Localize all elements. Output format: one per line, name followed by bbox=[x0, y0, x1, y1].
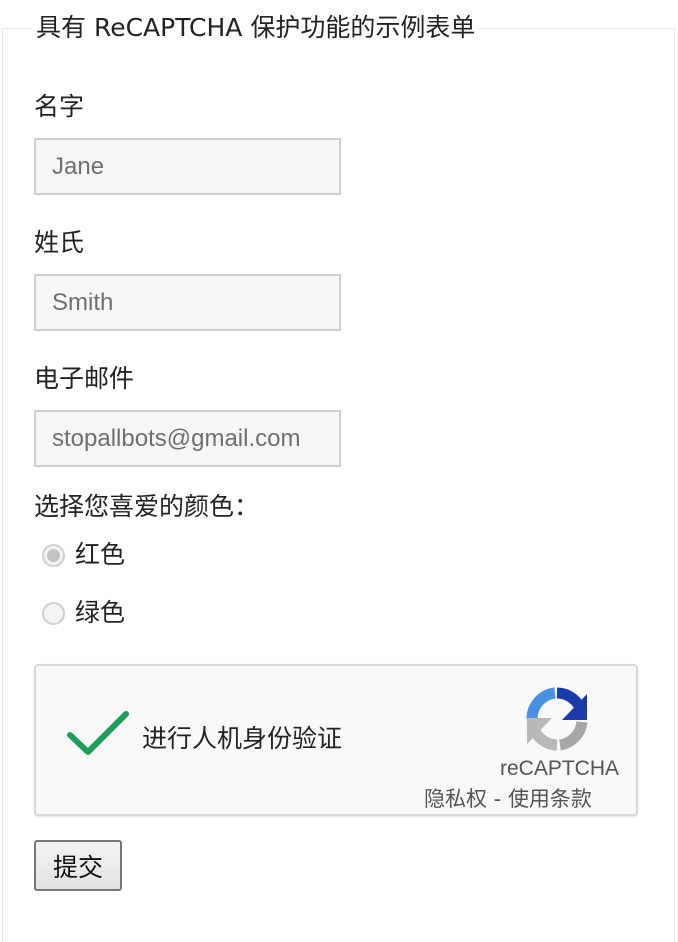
terms-link[interactable]: 使用条款 bbox=[508, 787, 592, 811]
color-question-label: 选择您喜爱的颜色： bbox=[34, 492, 260, 521]
radio-button-red[interactable] bbox=[42, 543, 65, 567]
captcha-prompt: 进行人机身份验证 bbox=[142, 724, 343, 753]
page: 具有 ReCAPTCHA 保护功能的示例表单 名字 姓氏 电子邮件 选择您喜爱的… bbox=[0, 0, 678, 942]
email-label: 电子邮件 bbox=[34, 364, 135, 393]
recaptcha-widget: 进行人机身份验证 reCAPTCHA 隐私权 - 使用条款 bbox=[34, 664, 638, 816]
radio-option-green[interactable]: 绿色 bbox=[42, 595, 125, 631]
form-title: 具有 ReCAPTCHA 保护功能的示例表单 bbox=[32, 10, 480, 46]
last-name-label: 姓氏 bbox=[34, 228, 85, 257]
privacy-link[interactable]: 隐私权 bbox=[424, 787, 487, 811]
radio-label-green: 绿色 bbox=[75, 598, 126, 627]
radio-option-red[interactable]: 红色 bbox=[42, 537, 125, 573]
first-name-input[interactable] bbox=[34, 138, 341, 195]
radio-label-red: 红色 bbox=[75, 540, 126, 569]
radio-button-green[interactable] bbox=[42, 601, 65, 625]
last-name-input[interactable] bbox=[34, 274, 341, 331]
links-separator: - bbox=[487, 787, 508, 811]
submit-button[interactable]: 提交 bbox=[34, 840, 122, 891]
recaptcha-brand-text: reCAPTCHA bbox=[500, 757, 620, 780]
first-name-label: 名字 bbox=[34, 92, 85, 121]
checkmark-icon[interactable] bbox=[66, 706, 130, 762]
recaptcha-logo-icon bbox=[526, 687, 588, 751]
email-input[interactable] bbox=[34, 410, 341, 467]
recaptcha-links: 隐私权 - 使用条款 bbox=[424, 785, 592, 813]
